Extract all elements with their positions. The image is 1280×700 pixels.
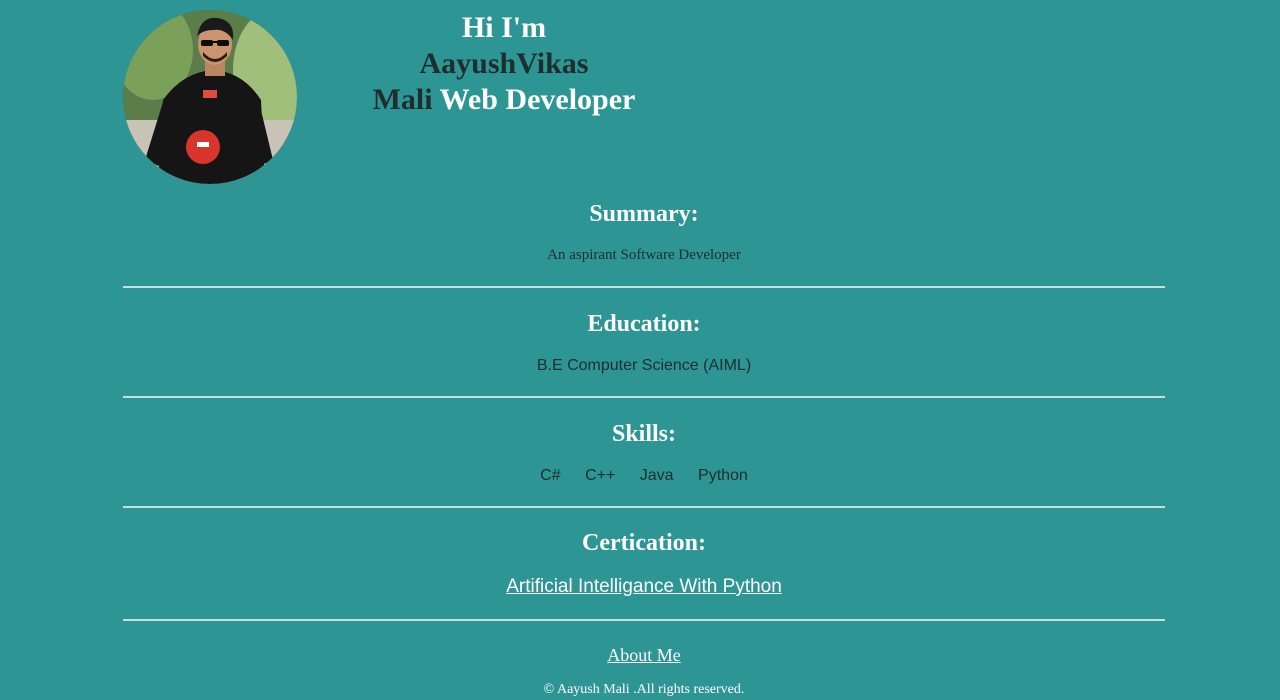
footer: © Aayush Mali .All rights reserved. xyxy=(123,682,1165,698)
about-section: About Me xyxy=(123,645,1165,666)
education-section: Education: B.E Computer Science (AIML) xyxy=(123,311,1165,375)
skill-item: Python xyxy=(698,467,748,484)
divider xyxy=(123,396,1165,398)
skill-item: C# xyxy=(540,467,561,484)
certification-section: Certication: Artificial Intelligance Wit… xyxy=(123,530,1165,598)
page: Hi I'm AayushVikas Mali Web Developer Su… xyxy=(0,0,1280,700)
skill-item: C++ xyxy=(585,467,616,484)
surname-text: Mali xyxy=(372,83,433,116)
profile-photo xyxy=(123,10,297,184)
education-heading: Education: xyxy=(587,311,701,337)
education-text: B.E Computer Science (AIML) xyxy=(536,357,752,374)
summary-heading: Summary: xyxy=(589,201,699,227)
divider xyxy=(123,286,1165,288)
summary-section: Summary: An aspirant Software Developer xyxy=(123,201,1165,264)
skills-heading: Skills: xyxy=(611,421,677,447)
greeting-text: Hi I'm xyxy=(461,11,547,44)
role-text: Web Developer xyxy=(439,83,636,116)
name-text: AayushVikas xyxy=(419,47,589,80)
certification-heading: Certication: xyxy=(582,530,706,556)
profile-photo-illustration xyxy=(123,10,297,184)
about-me-link[interactable]: About Me xyxy=(607,645,681,665)
skills-section: Skills: C# C++ Java Python xyxy=(123,421,1165,485)
certification-link[interactable]: Artificial Intelligance With Python xyxy=(506,576,782,597)
divider xyxy=(123,619,1165,621)
skill-item: Java xyxy=(639,467,674,484)
summary-text: An aspirant Software Developer xyxy=(547,247,741,263)
intro-heading: Hi I'm AayushVikas Mali Web Developer xyxy=(340,10,668,118)
skills-list: C# C++ Java Python xyxy=(123,467,1165,485)
divider xyxy=(123,506,1165,508)
footer-copyright: © Aayush Mali .All rights reserved. xyxy=(543,682,745,697)
